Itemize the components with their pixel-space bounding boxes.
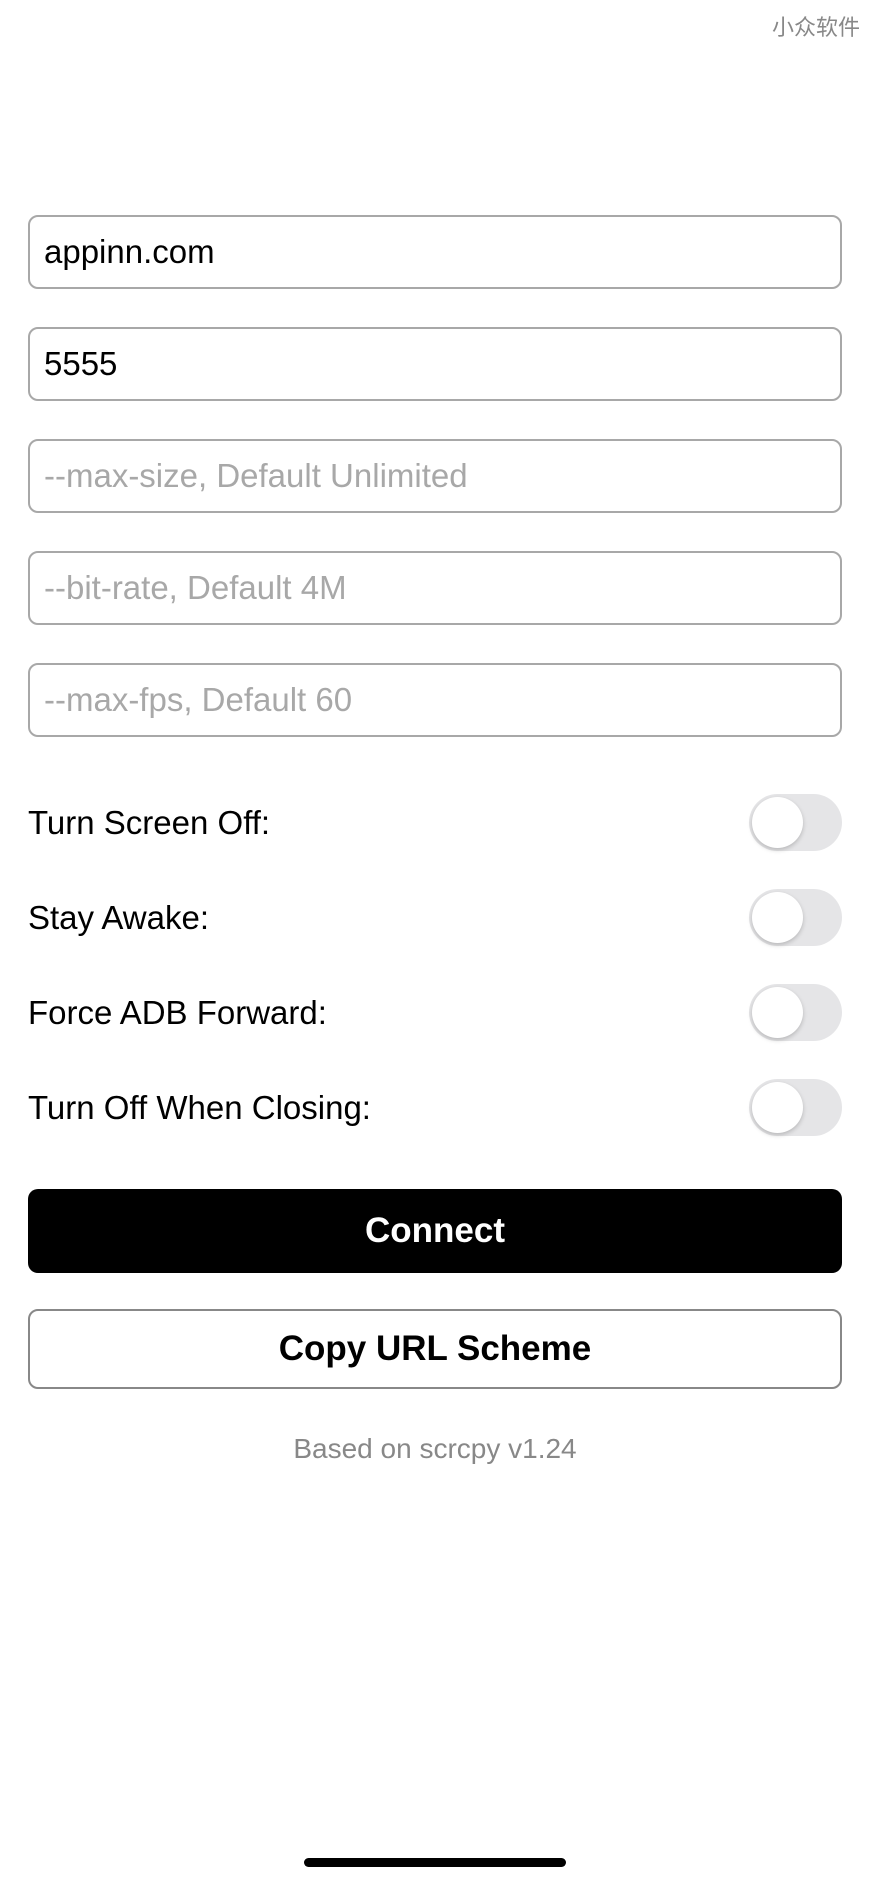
connect-button[interactable]: Connect — [28, 1189, 842, 1273]
force-adb-forward-row: Force ADB Forward: — [28, 965, 842, 1060]
toggle-knob — [752, 987, 803, 1038]
toggle-knob — [752, 892, 803, 943]
force-adb-forward-label: Force ADB Forward: — [28, 994, 327, 1032]
buttons-section: Connect Copy URL Scheme — [28, 1189, 842, 1389]
main-container: Turn Screen Off: Stay Awake: Force ADB F… — [0, 0, 870, 1465]
host-input[interactable] — [28, 215, 842, 289]
footer-text: Based on scrcpy v1.24 — [28, 1433, 842, 1465]
toggle-knob — [752, 1082, 803, 1133]
turn-screen-off-toggle[interactable] — [749, 794, 842, 851]
stay-awake-label: Stay Awake: — [28, 899, 209, 937]
stay-awake-row: Stay Awake: — [28, 870, 842, 965]
watermark-text: 小众软件 — [772, 10, 860, 42]
max-fps-input[interactable] — [28, 663, 842, 737]
turn-off-when-closing-row: Turn Off When Closing: — [28, 1060, 842, 1155]
turn-off-when-closing-toggle[interactable] — [749, 1079, 842, 1136]
turn-screen-off-row: Turn Screen Off: — [28, 775, 842, 870]
turn-off-when-closing-label: Turn Off When Closing: — [28, 1089, 371, 1127]
max-size-input[interactable] — [28, 439, 842, 513]
toggle-knob — [752, 797, 803, 848]
port-input[interactable] — [28, 327, 842, 401]
stay-awake-toggle[interactable] — [749, 889, 842, 946]
copy-url-scheme-button[interactable]: Copy URL Scheme — [28, 1309, 842, 1389]
turn-screen-off-label: Turn Screen Off: — [28, 804, 270, 842]
force-adb-forward-toggle[interactable] — [749, 984, 842, 1041]
home-indicator[interactable] — [304, 1858, 566, 1867]
bit-rate-input[interactable] — [28, 551, 842, 625]
